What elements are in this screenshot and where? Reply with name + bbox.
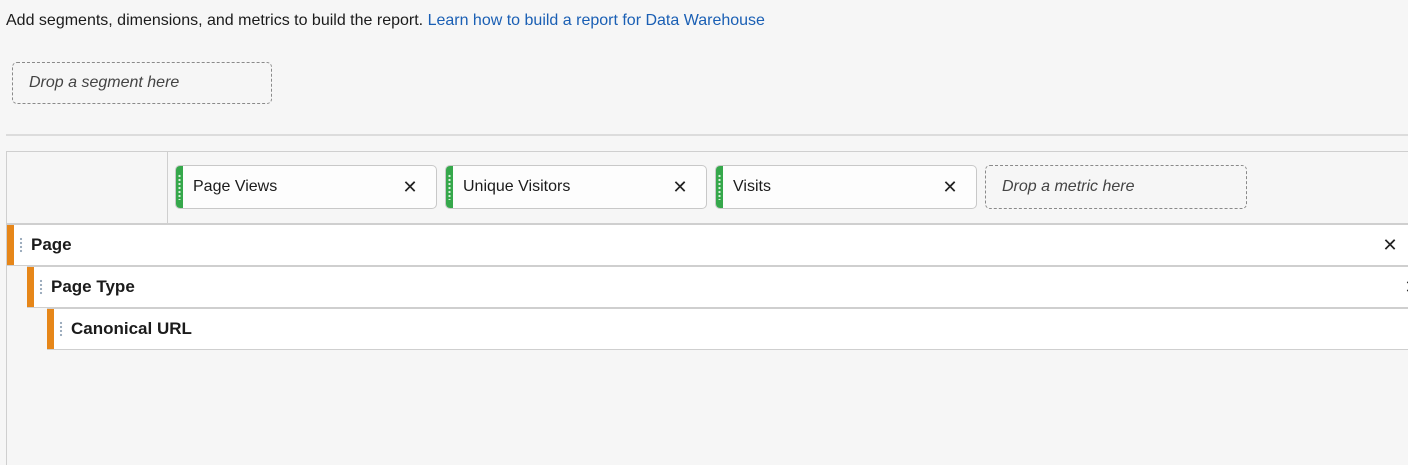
metric-drop-placeholder: Drop a metric here: [1002, 178, 1135, 195]
intro-description: Add segments, dimensions, and metrics to…: [6, 12, 424, 29]
segment-drop-placeholder: Drop a segment here: [29, 74, 180, 91]
report-builder-page: Add segments, dimensions, and metrics to…: [0, 0, 1408, 465]
help-link[interactable]: Learn how to build a report for Data War…: [428, 12, 765, 29]
dimension-row-page-type[interactable]: Page Type ✕: [27, 266, 1408, 308]
metric-pill-unique-visitors[interactable]: Unique Visitors ✕: [445, 165, 707, 209]
close-icon[interactable]: ✕: [938, 175, 962, 199]
dimension-row-canonical-url[interactable]: Canonical URL: [47, 308, 1408, 350]
drag-handle-icon[interactable]: [39, 279, 43, 295]
drag-handle-icon[interactable]: [446, 166, 453, 208]
metric-label: Unique Visitors: [463, 178, 571, 195]
close-icon[interactable]: ✕: [1378, 233, 1402, 257]
metric-pill-visits[interactable]: Visits ✕: [715, 165, 977, 209]
metric-pill-page-views[interactable]: Page Views ✕: [175, 165, 437, 209]
dimension-label: Canonical URL: [71, 319, 192, 338]
metrics-header: Page Views ✕ Unique Visitors ✕ Visits ✕ …: [167, 152, 1408, 224]
grid-corner: [7, 152, 167, 224]
close-icon[interactable]: ✕: [668, 175, 692, 199]
drag-handle-icon[interactable]: [716, 166, 723, 208]
metric-drop-zone[interactable]: Drop a metric here: [985, 165, 1247, 209]
drag-handle-icon[interactable]: [176, 166, 183, 208]
close-icon[interactable]: ✕: [1400, 275, 1408, 299]
section-divider: [6, 134, 1408, 136]
report-builder-grid: Page Views ✕ Unique Visitors ✕ Visits ✕ …: [6, 151, 1408, 465]
dimension-accent: [27, 267, 34, 307]
segment-drop-zone[interactable]: Drop a segment here: [12, 62, 272, 104]
dimension-accent: [47, 309, 54, 349]
intro-text: Add segments, dimensions, and metrics to…: [6, 11, 765, 31]
dimension-row-page[interactable]: Page ✕: [7, 224, 1408, 266]
dimension-label: Page: [31, 235, 72, 254]
metric-label: Visits: [733, 178, 771, 195]
drag-handle-icon[interactable]: [19, 237, 23, 253]
dimension-accent: [7, 225, 14, 265]
metric-label: Page Views: [193, 178, 278, 195]
close-icon[interactable]: ✕: [398, 175, 422, 199]
drag-handle-icon[interactable]: [59, 321, 63, 337]
dimension-label: Page Type: [51, 277, 135, 296]
